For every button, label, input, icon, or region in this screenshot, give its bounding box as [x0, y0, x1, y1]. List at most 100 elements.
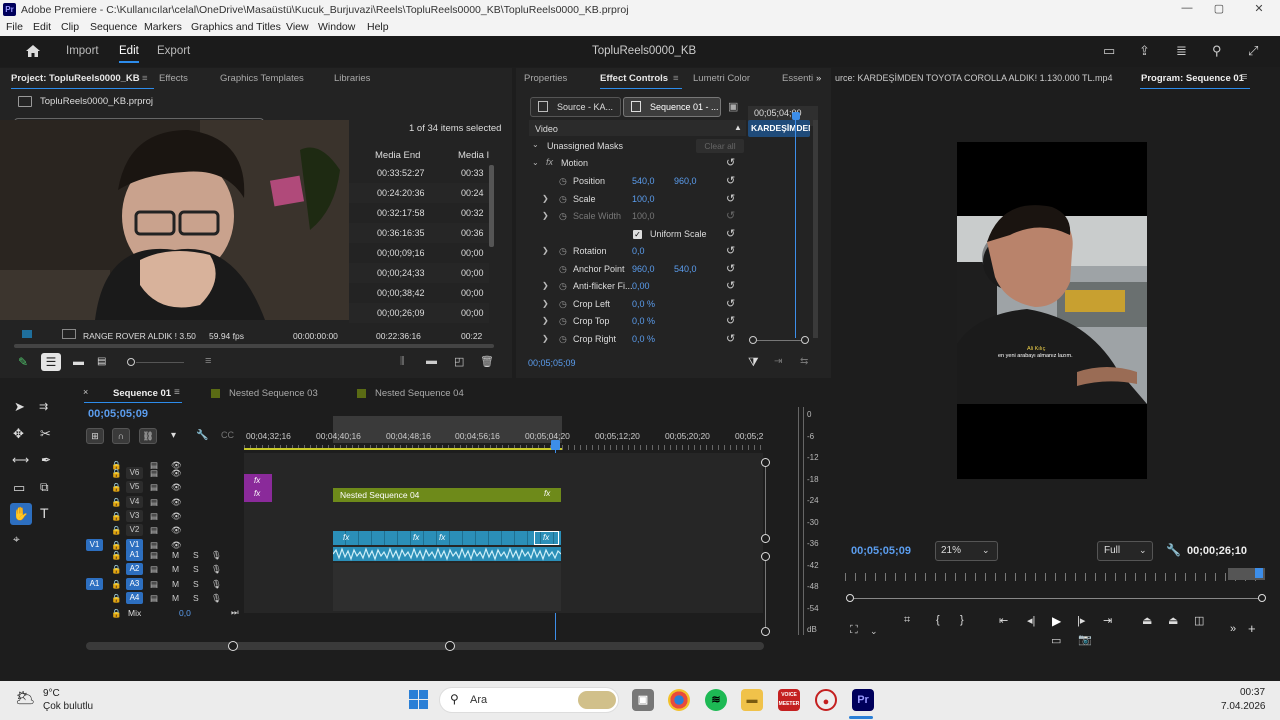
ascroll-bottom-handle[interactable]: [761, 627, 770, 636]
tab-project[interactable]: Project: TopluReels0000_KB: [11, 73, 154, 89]
menu-edit[interactable]: Edit: [33, 21, 51, 33]
stopwatch-icon[interactable]: ◷: [559, 299, 567, 310]
col-media-duration[interactable]: Media I: [458, 150, 489, 161]
eye-icon[interactable]: 👁: [171, 540, 182, 551]
track-label-v5[interactable]: V5: [126, 481, 143, 494]
linked-selection-icon[interactable]: ⛓: [139, 428, 157, 444]
lock-icon[interactable]: 🔒: [111, 497, 122, 508]
effect-controls-menu-icon[interactable]: ≡: [673, 73, 679, 84]
lock-icon[interactable]: 🔒: [111, 608, 122, 619]
eye-icon[interactable]: 👁: [171, 511, 182, 522]
property-value-2[interactable]: 960,0: [674, 176, 697, 186]
tab-properties[interactable]: Properties: [524, 73, 567, 84]
sync-icon[interactable]: ▤: [150, 550, 158, 561]
obs-icon[interactable]: ●: [815, 689, 837, 711]
track-label-a2[interactable]: A2: [126, 563, 143, 576]
stopwatch-icon[interactable]: ◷: [559, 176, 567, 187]
reset-icon[interactable]: ↺: [726, 244, 735, 257]
sync-icon[interactable]: ▤: [150, 593, 158, 604]
property-value-1[interactable]: 960,0: [632, 264, 655, 274]
zoom-slider-handle[interactable]: [127, 358, 135, 366]
sync-icon[interactable]: ▤: [150, 540, 158, 551]
mark-in-icon[interactable]: {: [936, 614, 940, 626]
extract-icon[interactable]: ⏏: [1168, 614, 1178, 627]
share-icon[interactable]: ⇪: [1139, 43, 1150, 59]
clock-date[interactable]: 7.04.2026: [1221, 701, 1266, 712]
selection-tool-icon[interactable]: ➤: [14, 399, 25, 415]
expand-chevron-icon[interactable]: ❯: [542, 281, 549, 290]
fullscreen-icon[interactable]: ⤢: [1248, 43, 1258, 59]
play-icon[interactable]: ▶: [1052, 614, 1061, 628]
lock-icon[interactable]: 🔒: [111, 593, 122, 604]
menu-file[interactable]: File: [6, 21, 23, 33]
sync-icon[interactable]: ▤: [150, 482, 158, 493]
track-label-a3[interactable]: A3: [126, 577, 143, 590]
tab-nested-sequence-04[interactable]: Nested Sequence 04: [375, 388, 464, 399]
remix-tool-icon[interactable]: ⧉: [40, 480, 49, 495]
property-value-1[interactable]: 0,0 %: [632, 316, 655, 326]
mix-value[interactable]: 0,0: [179, 608, 191, 618]
freeform-view-icon[interactable]: ▤: [97, 356, 106, 367]
ec-scrollbar[interactable]: [813, 120, 818, 338]
rectangle-tool-icon[interactable]: ▭: [13, 480, 25, 496]
property-value-1[interactable]: 0,00: [632, 281, 650, 291]
ec-playhead-handle[interactable]: [792, 112, 800, 120]
windows-start-icon[interactable]: [408, 689, 430, 711]
stopwatch-icon[interactable]: ◷: [559, 281, 567, 292]
export-tab[interactable]: Export: [157, 45, 190, 57]
add-marker-timeline-icon[interactable]: ▾: [171, 430, 176, 441]
eye-icon[interactable]: 👁: [171, 482, 182, 493]
stopwatch-icon[interactable]: ◷: [559, 246, 567, 257]
expand-chevron-icon[interactable]: ❯: [542, 246, 549, 255]
menu-help[interactable]: Help: [367, 21, 389, 33]
motion-fx-icon[interactable]: fx: [546, 157, 553, 167]
add-marker-icon[interactable]: ⌗: [904, 614, 910, 627]
new-item-icon[interactable]: ◰: [454, 355, 464, 368]
minimize-button[interactable]: —: [1180, 2, 1194, 14]
solo-button[interactable]: S: [193, 550, 199, 560]
eye-icon[interactable]: 👁: [171, 497, 182, 508]
slip-tool-icon[interactable]: ⟷: [12, 453, 29, 467]
home-icon[interactable]: [25, 44, 41, 58]
go-to-out-icon[interactable]: ⇥: [1103, 614, 1112, 627]
ascroll-bar[interactable]: [765, 561, 766, 627]
menu-sequence[interactable]: Sequence: [90, 21, 137, 33]
tab-effect-controls[interactable]: Effect Controls: [600, 73, 683, 89]
captions-icon[interactable]: CC: [221, 430, 234, 440]
microphone-icon[interactable]: 🎙: [211, 550, 222, 561]
track-label-v2[interactable]: V2: [126, 524, 143, 537]
sequence-menu-icon[interactable]: ≡: [174, 387, 180, 398]
program-playhead[interactable]: [1255, 568, 1263, 578]
masks-chevron-icon[interactable]: ⌄: [532, 140, 539, 149]
source-monitor-tab[interactable]: urce: KARDEŞİMDEN TOYOTA COROLLA ALDIK! …: [835, 73, 1112, 83]
timeline-timecode[interactable]: 00;05;05;09: [88, 408, 148, 420]
property-value-1[interactable]: 100,0: [632, 211, 655, 221]
program-zoom-left-handle[interactable]: [846, 594, 854, 602]
spotify-icon[interactable]: ≋: [705, 689, 727, 711]
lock-icon[interactable]: 🔒: [111, 511, 122, 522]
mark-out-icon[interactable]: }: [960, 614, 964, 626]
program-zoom-bar[interactable]: [854, 598, 1258, 599]
reset-icon[interactable]: ↺: [726, 192, 735, 205]
pen-tool-icon[interactable]: ✒: [41, 453, 51, 467]
tab-graphics-templates[interactable]: Graphics Templates: [220, 73, 304, 84]
settings-chevron-icon[interactable]: ⌄: [870, 626, 878, 637]
reset-icon[interactable]: ↺: [726, 262, 735, 275]
vscroll-bar[interactable]: [765, 467, 766, 534]
sync-icon[interactable]: ▤: [150, 468, 158, 479]
stopwatch-icon[interactable]: ◷: [559, 316, 567, 327]
mute-button[interactable]: M: [172, 593, 179, 603]
property-value-1[interactable]: 0,0: [632, 246, 645, 256]
step-back-icon[interactable]: ◂|: [1027, 614, 1035, 627]
more-tabs-icon[interactable]: »: [816, 73, 821, 84]
ec-loop-icon[interactable]: ⇆: [800, 356, 808, 367]
workspace-icon[interactable]: ▭: [1103, 43, 1115, 59]
property-value-1[interactable]: 0,0 %: [632, 334, 655, 344]
voicemeeter-icon[interactable]: VOICE MEETER: [778, 689, 800, 711]
tab-lumetri[interactable]: Lumetri Color: [693, 73, 750, 84]
menu-graphics[interactable]: Graphics and Titles: [191, 21, 281, 33]
lock-icon[interactable]: 🔒: [111, 579, 122, 590]
microphone-icon[interactable]: 🎙: [211, 593, 222, 604]
eye-icon[interactable]: 👁: [171, 525, 182, 536]
reset-icon[interactable]: ↺: [726, 297, 735, 310]
